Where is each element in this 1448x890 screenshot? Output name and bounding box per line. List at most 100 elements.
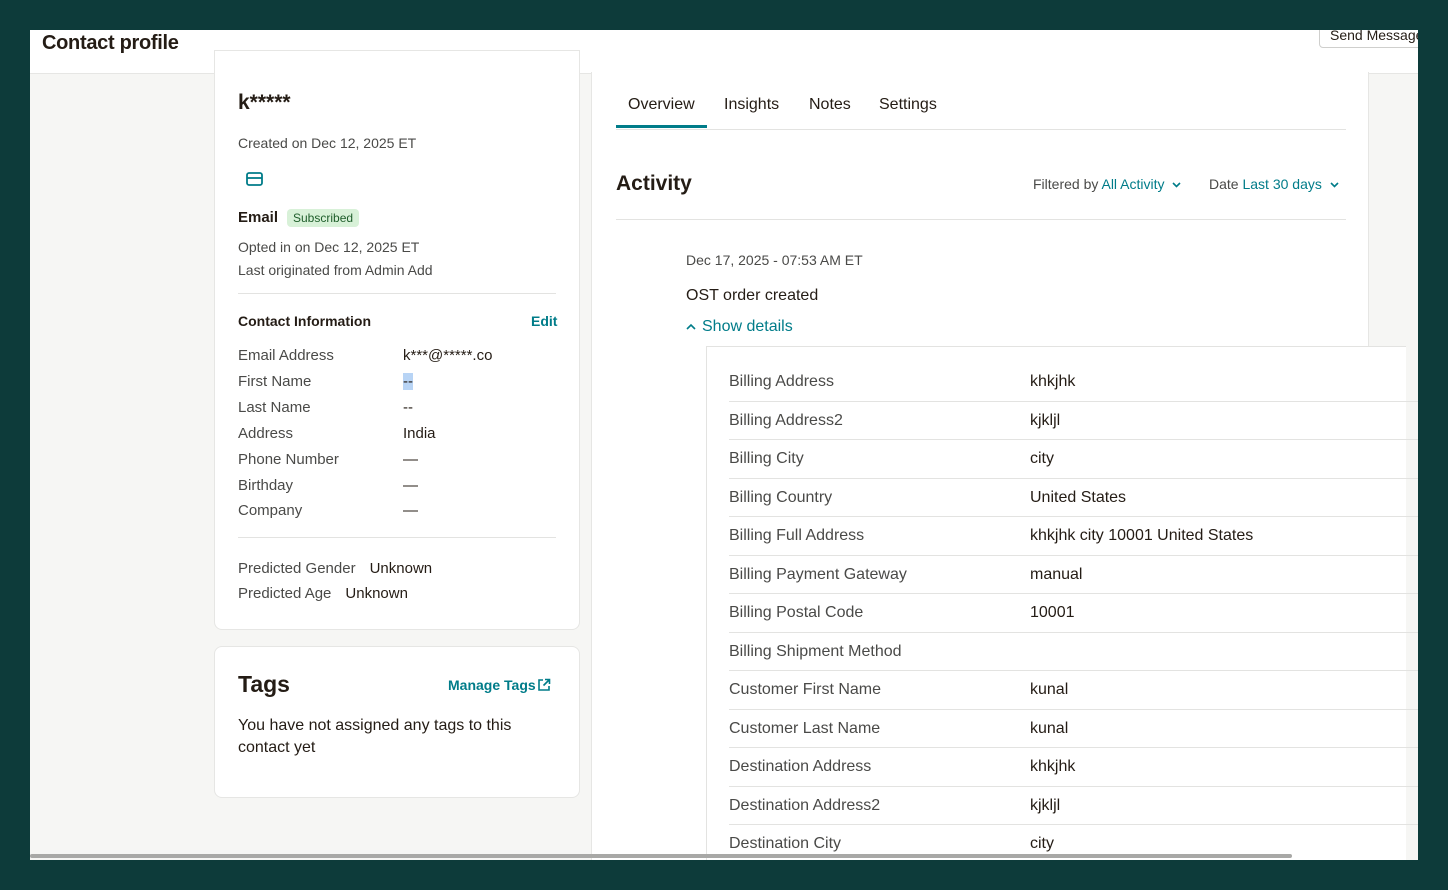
- detail-value: city: [1030, 835, 1054, 852]
- detail-label: Billing Address: [729, 373, 834, 390]
- predicted-label: Predicted Gender: [238, 560, 356, 577]
- opted-in-date: Opted in on Dec 12, 2025 ET: [238, 239, 420, 255]
- detail-label: Customer First Name: [729, 681, 882, 698]
- predicted-label: Predicted Age: [238, 585, 332, 602]
- filter-value[interactable]: All Activity: [1101, 176, 1164, 192]
- field-value: —: [403, 477, 418, 494]
- detail-label: Billing Address2: [729, 411, 843, 429]
- date-label: Date: [1209, 176, 1239, 192]
- field-value: --: [403, 399, 413, 416]
- contact-field-row: Last Name --: [238, 399, 556, 421]
- detail-value: kjkljl: [1030, 796, 1061, 814]
- field-value: k***@*****.co: [403, 347, 493, 364]
- external-link-icon[interactable]: [537, 678, 551, 692]
- horizontal-scrollbar[interactable]: [30, 854, 1292, 858]
- tab-bar: Overview Insights Notes Settings: [616, 96, 1346, 130]
- contact-field-row: Phone Number —: [238, 451, 556, 473]
- detail-label: Billing Payment Gateway: [729, 565, 907, 583]
- detail-row: Billing Country United States: [729, 479, 1418, 517]
- mail-icon: [246, 172, 263, 186]
- tab-overview[interactable]: Overview: [616, 96, 707, 128]
- detail-row: Destination Address khkjhk: [729, 748, 1418, 787]
- event-details: Billing Address khkjhk Billing Address2 kj…: [706, 346, 1418, 860]
- date-filter[interactable]: Date Last 30 days: [1209, 176, 1339, 192]
- detail-value: kjkljl: [1030, 411, 1061, 429]
- tags-empty-message: You have not assigned any tags to this c…: [238, 717, 512, 756]
- tags-card: Tags Manage Tags You have not assigned a…: [214, 646, 580, 798]
- contact-summary-card: k***** Created on Dec 12, 2025 ET Email …: [214, 50, 580, 630]
- tags-title: Tags: [238, 671, 290, 697]
- field-label: Email Address: [238, 347, 334, 364]
- detail-value: khkjhk city 10001 United States: [1030, 527, 1254, 544]
- predicted-value: Unknown: [345, 585, 408, 602]
- detail-label: Billing City: [729, 450, 804, 467]
- detail-row: Customer First Name kunal: [729, 671, 1418, 710]
- detail-value: khkjhk: [1030, 758, 1076, 775]
- chevron-down-icon: [1330, 182, 1339, 188]
- detail-row: Billing Shipment Method: [729, 633, 1418, 671]
- field-label: Last Name: [238, 399, 311, 416]
- detail-value: manual: [1030, 565, 1083, 583]
- date-value[interactable]: Last 30 days: [1242, 176, 1321, 192]
- edit-contact-link[interactable]: Edit: [531, 313, 557, 329]
- tab-notes[interactable]: Notes: [809, 96, 851, 126]
- field-label: First Name: [238, 373, 312, 390]
- show-details-label: Show details: [702, 318, 793, 335]
- contact-field-row: Birthday —: [238, 477, 556, 499]
- detail-label: Destination Address: [729, 758, 872, 775]
- detail-value: kunal: [1030, 681, 1069, 698]
- field-value: India: [403, 425, 436, 442]
- event-timestamp: Dec 17, 2025 - 07:53 AM ET: [686, 252, 863, 268]
- email-label: Email: [238, 209, 279, 226]
- detail-row: Billing City city: [729, 440, 1418, 479]
- app-window: Contact profile Send Message k***** Crea…: [30, 30, 1418, 860]
- status-badge: Subscribed: [287, 209, 360, 227]
- detail-value: United States: [1030, 488, 1127, 506]
- detail-value: 10001: [1030, 604, 1075, 621]
- detail-value: city: [1030, 450, 1054, 467]
- detail-row: Billing Address2 kjkljl: [729, 402, 1418, 440]
- detail-row: Destination Address2 kjkljl: [729, 787, 1418, 825]
- event-title: OST order created: [686, 287, 819, 304]
- activity-filter[interactable]: Filtered by All Activity: [1033, 176, 1181, 192]
- show-details-toggle[interactable]: Show details: [686, 318, 793, 336]
- created-date: Created on Dec 12, 2025 ET: [238, 135, 417, 151]
- detail-label: Destination City: [729, 835, 842, 852]
- detail-label: Customer Last Name: [729, 719, 881, 737]
- contact-field-row: Address India: [238, 425, 556, 447]
- predicted-gender-row: Predicted Gender Unknown: [238, 560, 432, 577]
- detail-row: Billing Postal Code 10001: [729, 594, 1418, 633]
- field-value: --: [403, 373, 413, 390]
- contact-field-row: First Name --: [238, 373, 556, 395]
- tab-insights[interactable]: Insights: [724, 96, 779, 126]
- field-value: —: [403, 451, 418, 468]
- page-title: Contact profile: [42, 32, 179, 54]
- contact-field-row: Email Address k***@*****.co: [238, 347, 556, 369]
- field-label: Address: [238, 425, 294, 442]
- contact-name: k*****: [238, 91, 291, 114]
- filter-label: Filtered by: [1033, 176, 1099, 192]
- contact-field-row: Company —: [238, 502, 556, 524]
- divider: [616, 219, 1346, 220]
- contact-info-title: Contact Information: [238, 313, 371, 329]
- detail-value: khkjhk: [1030, 373, 1076, 390]
- divider: [238, 293, 556, 294]
- detail-row: Billing Full Address khkjhk city 10001 Un…: [729, 517, 1418, 556]
- field-label: Phone Number: [238, 451, 339, 468]
- chevron-up-icon: [686, 324, 696, 330]
- origin-source: Last originated from Admin Add: [238, 262, 433, 278]
- detail-label: Billing Postal Code: [729, 604, 864, 621]
- detail-label: Billing Full Address: [729, 527, 865, 544]
- predicted-value: Unknown: [369, 560, 433, 577]
- detail-label: Billing Shipment Method: [729, 642, 902, 660]
- chevron-down-icon: [1172, 182, 1181, 188]
- field-label: Company: [238, 502, 303, 519]
- predicted-age-row: Predicted Age Unknown: [238, 585, 408, 602]
- detail-value: kunal: [1030, 719, 1069, 737]
- activity-title: Activity: [616, 172, 692, 195]
- detail-label: Destination Address2: [729, 796, 881, 814]
- tab-settings[interactable]: Settings: [879, 96, 937, 126]
- manage-tags-link[interactable]: Manage Tags: [448, 677, 536, 693]
- send-message-button[interactable]: Send Message: [1319, 30, 1418, 48]
- detail-row: Billing Payment Gateway manual: [729, 556, 1418, 594]
